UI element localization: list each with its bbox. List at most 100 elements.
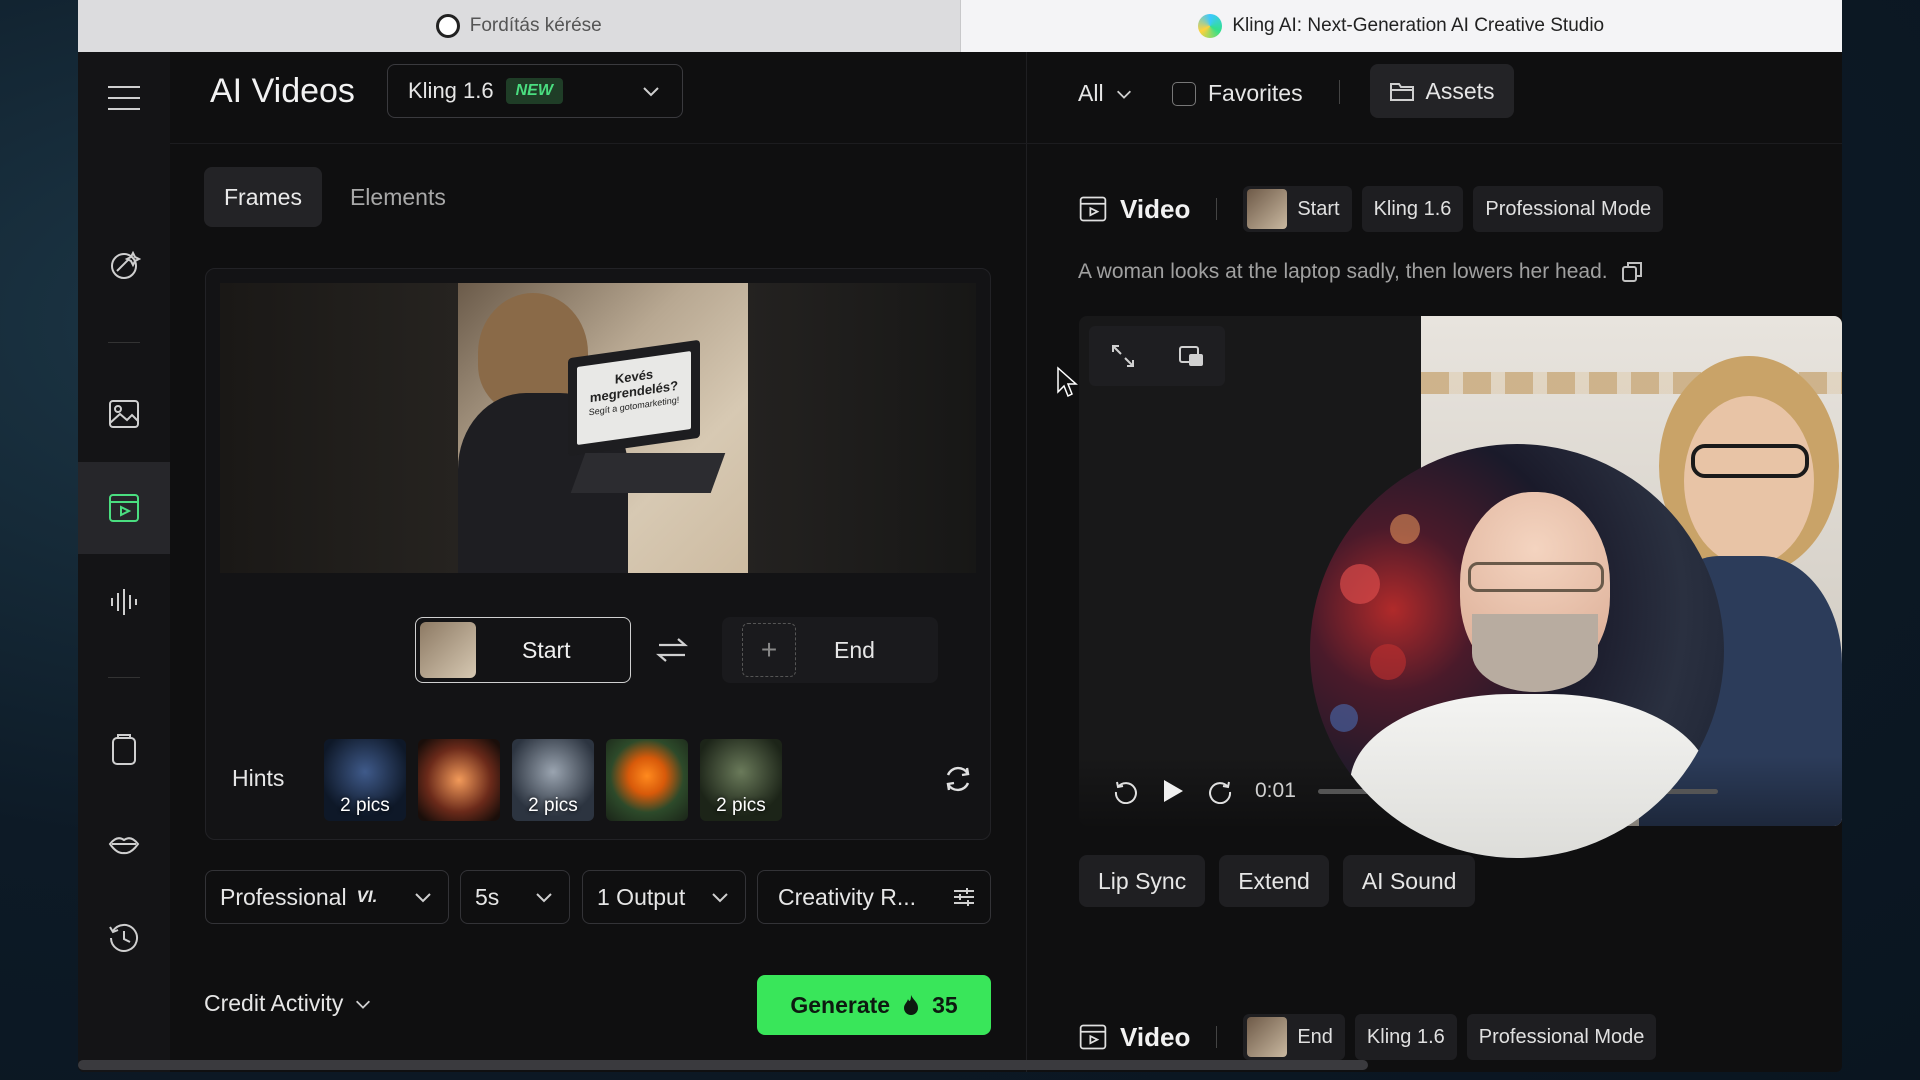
lips-icon bbox=[108, 837, 140, 855]
generate-label: Generate bbox=[790, 991, 891, 1018]
video-title: Video bbox=[1120, 193, 1191, 224]
sliders-icon bbox=[954, 888, 974, 906]
play-icon[interactable] bbox=[1161, 778, 1185, 804]
pill-label: End bbox=[1297, 1025, 1333, 1048]
clipboard-icon bbox=[112, 734, 136, 765]
refresh-icon[interactable] bbox=[942, 763, 974, 795]
video-prompt: A woman looks at the laptop sadly, then … bbox=[1078, 260, 1644, 284]
side-rail bbox=[78, 52, 170, 1072]
mode-select[interactable]: Professional VI. bbox=[205, 870, 449, 924]
creativity-label: Creativity R... bbox=[778, 883, 917, 910]
player-tools bbox=[1089, 326, 1225, 386]
header-separator bbox=[1339, 80, 1340, 104]
output-count-select[interactable]: 1 Output bbox=[582, 870, 746, 924]
hints-row: Hints 2 pics 2 pics 2 pics bbox=[206, 735, 992, 825]
horizontal-scrollbar[interactable] bbox=[78, 1060, 1368, 1070]
pill-label: Kling 1.6 bbox=[1366, 1025, 1445, 1048]
audio-wave-icon bbox=[111, 589, 137, 615]
chevron-down-icon bbox=[356, 1000, 371, 1009]
browser-tabstrip: Fordítás kérése Kling AI: Next-Generatio… bbox=[78, 0, 1842, 52]
rail-item-ai-tools[interactable] bbox=[78, 220, 170, 312]
picture-in-picture-icon[interactable] bbox=[1177, 342, 1205, 370]
start-frame-image: Kevés megrendelés? Segít a gotomarketing… bbox=[458, 283, 748, 573]
filter-select[interactable]: All bbox=[1078, 80, 1134, 107]
start-frame-button[interactable]: Start bbox=[415, 617, 631, 683]
video-actions: Lip Sync Extend AI Sound bbox=[1079, 855, 1476, 907]
hints-label: Hints bbox=[232, 765, 285, 791]
credit-activity-toggle[interactable]: Credit Activity bbox=[204, 990, 373, 1017]
panel-divider bbox=[1026, 52, 1027, 1072]
sparkle-brush-icon bbox=[111, 250, 141, 279]
kling-icon bbox=[1198, 14, 1223, 38]
favorites-toggle[interactable]: Favorites bbox=[1172, 80, 1303, 107]
hint-caption: 2 pics bbox=[528, 795, 578, 816]
pill-label: Professional Mode bbox=[1485, 197, 1652, 220]
ai-sound-button[interactable]: AI Sound bbox=[1342, 855, 1476, 907]
rail-item-videos[interactable] bbox=[78, 462, 170, 554]
hint-thumbnail[interactable] bbox=[418, 739, 500, 821]
menu-button[interactable] bbox=[78, 52, 170, 144]
swap-icon[interactable] bbox=[656, 635, 688, 665]
assets-button[interactable]: Assets bbox=[1370, 64, 1514, 118]
model-select[interactable]: Kling 1.6 NEW bbox=[387, 64, 683, 118]
mode-value: Professional bbox=[220, 883, 347, 910]
duration-select[interactable]: 5s bbox=[460, 870, 570, 924]
output-count-value: 1 Output bbox=[597, 883, 686, 910]
pill-start: Start bbox=[1243, 186, 1352, 232]
pill-mode: Professional Mode bbox=[1473, 186, 1664, 232]
hint-thumbnail[interactable]: 2 pics bbox=[700, 739, 782, 821]
fullscreen-icon[interactable] bbox=[1109, 342, 1137, 370]
lip-sync-button[interactable]: Lip Sync bbox=[1079, 855, 1206, 907]
pill-mode: Professional Mode bbox=[1466, 1014, 1657, 1060]
forward-15-icon[interactable] bbox=[1207, 778, 1233, 804]
mode-tabs: Frames Elements bbox=[204, 167, 466, 227]
rail-item-lip-sync[interactable] bbox=[78, 798, 170, 890]
rewind-15-icon[interactable] bbox=[1113, 778, 1139, 804]
favorites-label: Favorites bbox=[1208, 80, 1303, 106]
extend-button[interactable]: Extend bbox=[1219, 855, 1329, 907]
creativity-settings[interactable]: Creativity R... bbox=[757, 870, 991, 924]
image-icon bbox=[109, 400, 139, 428]
pill-end: End bbox=[1243, 1014, 1345, 1060]
generate-button[interactable]: Generate 35 bbox=[757, 975, 991, 1035]
video-card-header-2: Video End Kling 1.6 Professional Mode bbox=[1078, 1014, 1666, 1060]
hint-thumbnail[interactable] bbox=[606, 739, 688, 821]
chevron-down-icon bbox=[536, 893, 552, 903]
tab-elements[interactable]: Elements bbox=[330, 167, 466, 227]
mouse-cursor-icon bbox=[1057, 366, 1078, 398]
hint-caption: 2 pics bbox=[340, 795, 390, 816]
rail-item-audio[interactable] bbox=[78, 556, 170, 648]
start-thumbnail bbox=[1247, 189, 1288, 229]
model-name: Kling 1.6 bbox=[408, 78, 494, 103]
hint-thumbnail[interactable]: 2 pics bbox=[512, 739, 594, 821]
assets-label: Assets bbox=[1425, 77, 1495, 104]
rail-item-history[interactable] bbox=[78, 892, 170, 984]
rail-item-images[interactable] bbox=[78, 368, 170, 460]
add-end-frame[interactable]: + bbox=[742, 623, 796, 677]
start-end-row: Start + End bbox=[206, 617, 992, 683]
frames-panel: Kevés megrendelés? Segít a gotomarketing… bbox=[205, 268, 991, 840]
browser-tab-kling[interactable]: Kling AI: Next-Generation AI Creative St… bbox=[960, 0, 1842, 52]
start-label: Start bbox=[522, 636, 571, 663]
tab-frames[interactable]: Frames bbox=[204, 167, 322, 227]
rail-item-library[interactable] bbox=[78, 704, 170, 796]
favorites-checkbox[interactable] bbox=[1172, 81, 1196, 106]
hint-thumbnail[interactable]: 2 pics bbox=[324, 739, 406, 821]
openai-icon bbox=[435, 14, 460, 38]
video-title: Video bbox=[1120, 1021, 1191, 1052]
pill-label: Professional Mode bbox=[1478, 1025, 1645, 1048]
chevron-down-icon bbox=[1116, 90, 1131, 99]
browser-tab-translation[interactable]: Fordítás kérése bbox=[78, 0, 961, 52]
player-time: 0:01 bbox=[1255, 779, 1296, 802]
generate-cost: 35 bbox=[932, 991, 958, 1018]
credit-activity-label: Credit Activity bbox=[204, 990, 344, 1016]
copy-icon[interactable] bbox=[1620, 260, 1644, 284]
new-badge: NEW bbox=[505, 78, 563, 104]
video-card-header: Video Start Kling 1.6 Professional Mode bbox=[1078, 186, 1673, 232]
pill-label: Kling 1.6 bbox=[1373, 197, 1452, 220]
folder-icon bbox=[1390, 83, 1415, 101]
video-icon bbox=[1079, 1024, 1107, 1050]
browser-tab-title: Fordítás kérése bbox=[469, 15, 602, 36]
end-frame-button[interactable]: + End bbox=[722, 617, 938, 683]
chevron-down-icon bbox=[643, 87, 659, 97]
